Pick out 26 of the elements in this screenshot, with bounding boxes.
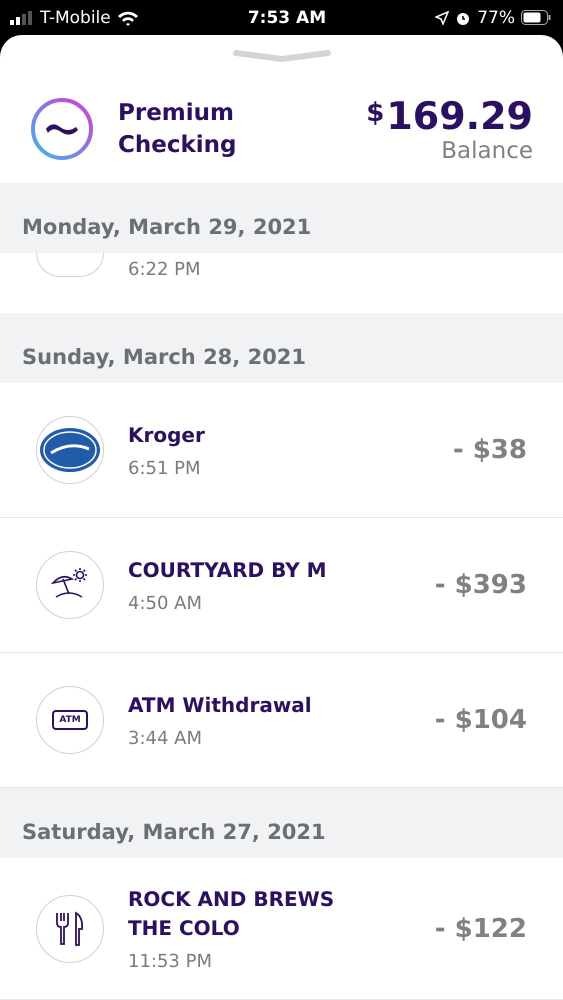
transaction-time: 6:51 PM [128,458,202,479]
merchant-name: COURTYARD BY M [128,557,328,584]
merchant-name: Kroger [128,422,206,449]
merchant-name: ATM Withdrawal [128,692,313,719]
carrier-name: T-Mobile [40,8,111,28]
transaction-row[interactable]: COURTYARD BY M 4:50 AM - $393 [0,518,563,653]
account-name: Premium Checking [118,99,237,160]
transaction-amount: - $122 [434,914,527,944]
transaction-amount: - $38 [452,435,527,465]
date-header: Saturday, March 27, 2021 [0,788,563,858]
atm-icon: ATM [52,710,88,730]
clock-time: 7:53 AM [248,8,326,28]
balance-amount: $169.29 [366,94,533,138]
date-header: Monday, March 29, 2021 [0,183,563,253]
transaction-amount: - $393 [434,570,527,600]
transaction-time: 11:53 PM [128,951,213,972]
transaction-time: 3:44 AM [128,728,203,749]
merchant-name: ROCK AND BREWS THE COLO [128,886,336,942]
transaction-row[interactable]: Kroger 6:51 PM - $38 [0,383,563,518]
transaction-time: 6:22 PM [128,259,201,280]
date-header: Sunday, March 28, 2021 [0,313,563,383]
transaction-row[interactable]: ROCK AND BREWS THE COLO 11:53 PM - $122 [0,858,563,1000]
battery-percent: 77% [477,8,515,28]
transaction-amount: - $104 [434,705,527,735]
transaction-time: 4:50 AM [128,593,203,614]
balance-label: Balance [441,138,533,164]
